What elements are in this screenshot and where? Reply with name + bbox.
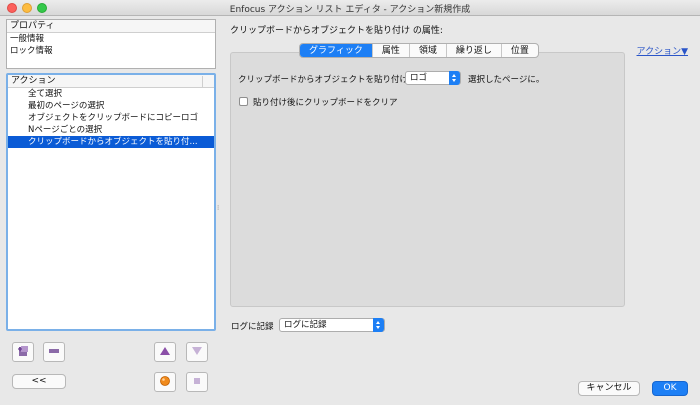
chevron-up-down-icon [373, 318, 384, 332]
ok-button[interactable]: OK [652, 381, 688, 396]
chevron-up-down-icon [449, 71, 460, 85]
property-item-lock[interactable]: ロック情報 [7, 45, 215, 57]
window-title: Enfocus アクション リスト エディタ - アクション新規作成 [229, 5, 471, 15]
clear-clipboard-label[interactable]: 貼り付け後にクリップボードをクリア [253, 96, 398, 108]
tab-attributes[interactable]: 属性 [373, 44, 410, 57]
log-label: ログに記録 [231, 322, 274, 332]
cancel-button[interactable]: キャンセル [578, 381, 640, 396]
square-stop-icon [191, 375, 203, 390]
tab-bar: グラフィック 属性 領域 繰り返し 位置 [299, 43, 539, 58]
properties-panel: プロパティ 一般情報 ロック情報 [6, 19, 216, 69]
collapse-panel-button[interactable]: << [12, 374, 66, 389]
triangle-down-icon [191, 345, 203, 360]
log-select[interactable]: ログに記録 [279, 318, 385, 332]
move-up-button[interactable] [154, 342, 176, 362]
properties-header: プロパティ [7, 20, 215, 33]
tab-repeat[interactable]: 繰り返し [447, 44, 502, 57]
column-divider [202, 76, 203, 87]
orange-circle-icon [159, 375, 171, 390]
paste-object-select-value: ロゴ [410, 73, 428, 83]
stop-action-button[interactable] [186, 372, 208, 392]
tab-position[interactable]: 位置 [502, 44, 538, 57]
triangle-up-icon [159, 345, 171, 360]
actions-header-label: アクション [11, 76, 56, 86]
tab-content-panel [230, 52, 625, 307]
action-item-select-first-page[interactable]: 最初のページの選択 [8, 100, 214, 112]
log-select-value: ログに記録 [284, 320, 327, 330]
run-action-button[interactable] [154, 372, 176, 392]
tab-area[interactable]: 領域 [410, 44, 447, 57]
move-down-button[interactable] [186, 342, 208, 362]
remove-action-button[interactable] [43, 342, 65, 362]
remove-action-icon [48, 345, 60, 360]
splitter-handle[interactable]: ⁞ [217, 204, 221, 212]
paste-object-select[interactable]: ロゴ [405, 71, 461, 85]
property-item-general[interactable]: 一般情報 [7, 33, 215, 45]
action-item-select-all[interactable]: 全て選択 [8, 88, 214, 100]
action-item-select-every-n-pages[interactable]: Nページごとの選択 [8, 124, 214, 136]
clear-clipboard-checkbox[interactable] [239, 97, 248, 106]
action-item-paste-object[interactable]: クリップボードからオブジェクトを貼り付... [8, 136, 214, 148]
selected-page-label: 選択したページに。 [468, 75, 545, 85]
tab-graphic[interactable]: グラフィック [300, 44, 373, 57]
action-item-copy-object-logo[interactable]: オブジェクトをクリップボードにコピーロゴ [8, 112, 214, 124]
title-bar: Enfocus アクション リスト エディタ - アクション新規作成 [0, 0, 700, 16]
paste-from-clipboard-label: クリップボードからオブジェクトを貼り付け [238, 75, 409, 85]
action-menu-link[interactable]: アクション▼ [637, 44, 688, 57]
actions-header: アクション [8, 75, 214, 88]
actions-list[interactable]: アクション 全て選択 最初のページの選択 オブジェクトをクリップボードにコピーロ… [6, 73, 216, 331]
add-action-icon [17, 345, 29, 360]
section-title: クリップボードからオブジェクトを貼り付け の属性: [230, 26, 443, 36]
add-action-button[interactable] [12, 342, 34, 362]
